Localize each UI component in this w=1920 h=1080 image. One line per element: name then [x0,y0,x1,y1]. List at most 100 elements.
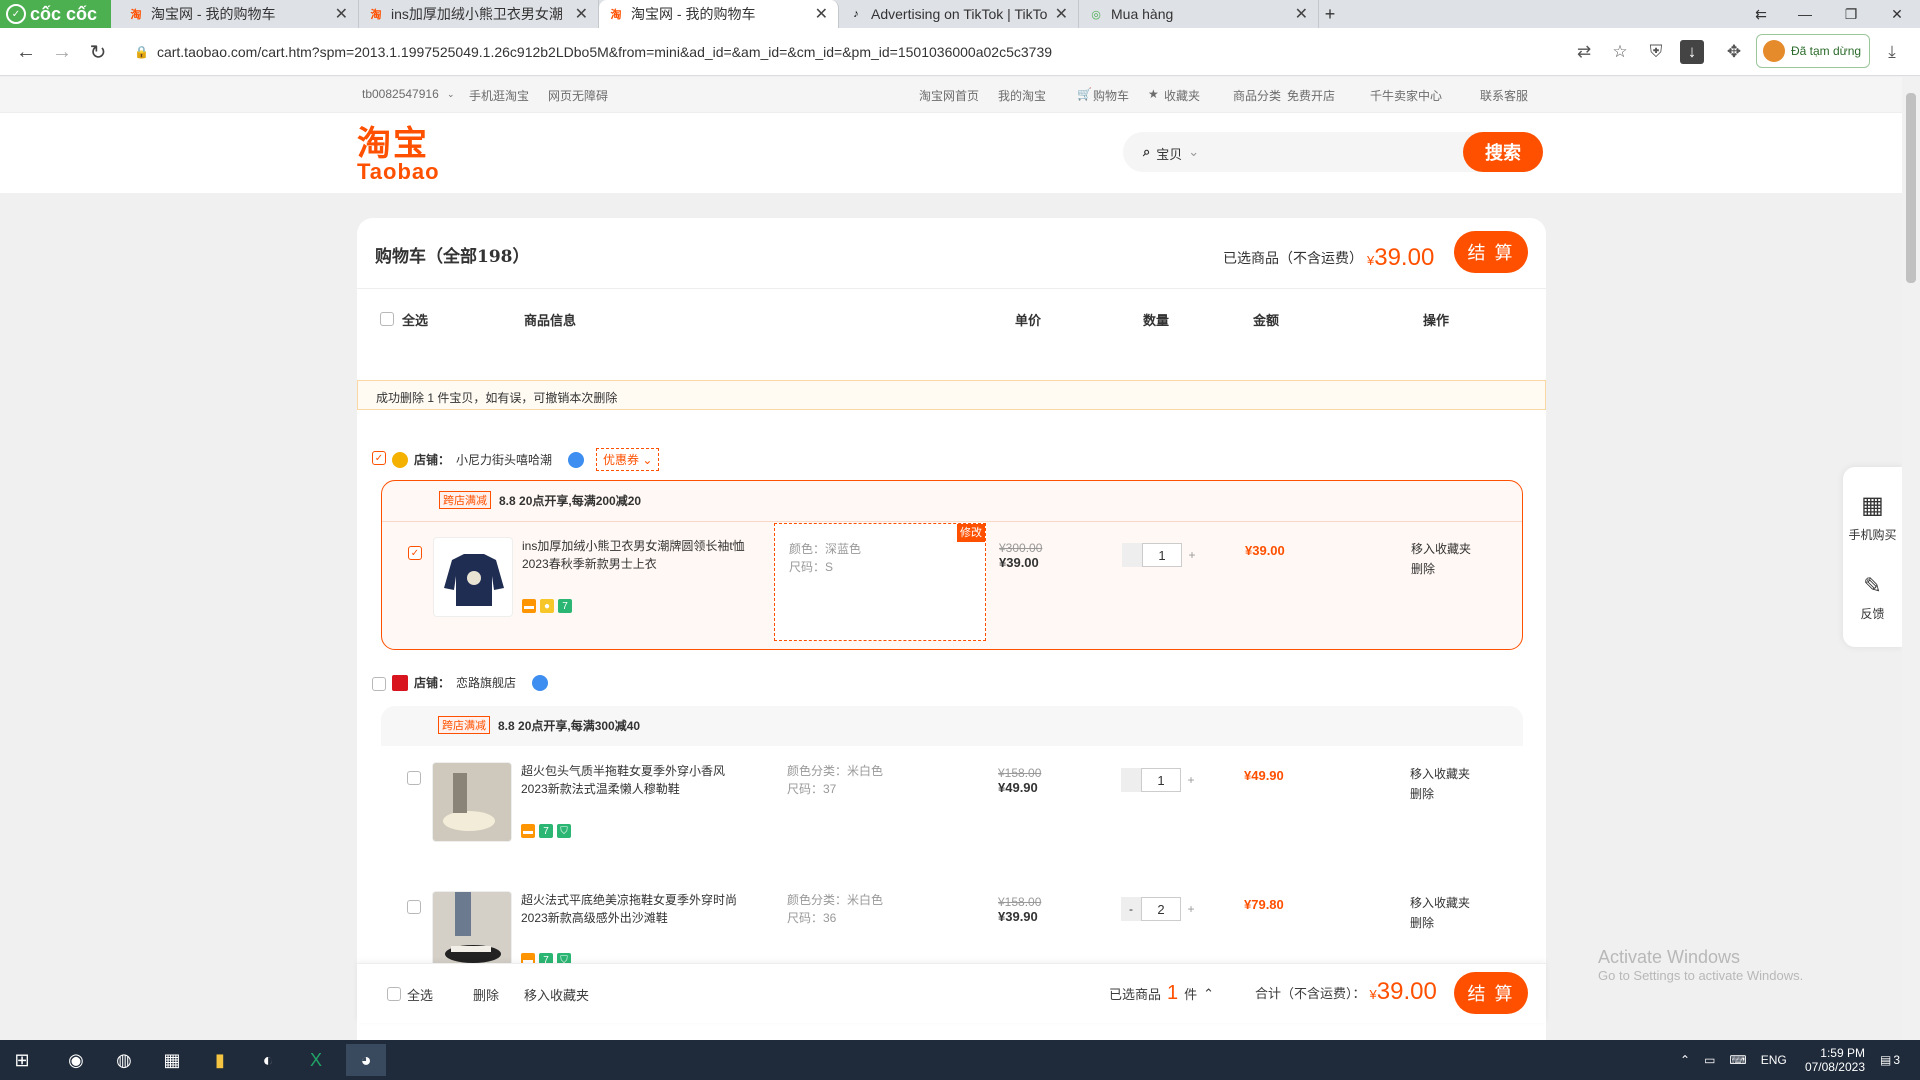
favorites-link[interactable]: 收藏夹 [1164,87,1200,104]
move-to-favorites-link[interactable]: 移入收藏夹 [1410,764,1470,784]
scrollbar-thumb[interactable] [1906,93,1916,283]
chrome-icon[interactable]: ◐ [248,1044,288,1076]
calculator-icon[interactable]: ▦ [152,1044,192,1076]
language-indicator[interactable]: ENG [1761,1053,1787,1067]
select-all-checkbox[interactable] [387,987,401,1001]
close-window-icon[interactable]: ✕ [1874,0,1920,28]
selected-count[interactable]: 已选商品 1 件 ⌃ [1109,982,1214,1005]
shield-icon[interactable]: ⛨ [1644,40,1668,64]
taobao-home-link[interactable]: 淘宝网首页 [919,87,979,104]
move-to-favorites-link[interactable]: 移入收藏夹 [1411,539,1471,559]
clock[interactable]: 1:59 PM 07/08/2023 [1795,1040,1865,1080]
browser-active-app-icon[interactable]: ◕ [346,1044,386,1076]
product-title[interactable]: 超火法式平底绝美凉拖鞋女夏季外穿时尚2023新款高级感外出沙滩鞋 [521,891,751,927]
download-manager-icon[interactable]: ↓ [1680,40,1704,64]
profile-paused-button[interactable]: Đã tạm dừng [1756,34,1870,68]
item-checkbox[interactable] [407,900,421,914]
select-all-checkbox[interactable] [380,312,394,326]
delete-link[interactable]: 删除 [1411,559,1471,579]
coupon-button[interactable]: 优惠券 ⌄ [596,448,660,471]
wangwang-chat-icon[interactable] [568,451,585,468]
delete-link[interactable]: 删除 [1410,913,1470,933]
tab-5[interactable]: ◎ Mua hàng ✕ [1079,0,1319,28]
product-title[interactable]: 超火包头气质半拖鞋女夏季外穿小香风2023新款法式温柔懒人穆勒鞋 [521,762,751,798]
qty-plus-button[interactable]: + [1181,897,1201,921]
close-tab-icon[interactable]: ✕ [1295,4,1308,24]
close-tab-icon[interactable]: ✕ [575,4,588,24]
sku-edit-button[interactable]: 修改 [957,524,985,542]
qty-input[interactable]: 2 [1141,897,1181,921]
downloads-icon[interactable]: ⤓ [1880,40,1904,64]
product-image[interactable] [432,891,512,971]
accessibility-link[interactable]: 网页无障碍 [548,87,608,104]
mobile-buy-button[interactable]: ▦ 手机购买 [1843,491,1902,543]
forward-arrow-icon[interactable]: → [48,38,76,66]
move-to-favorites-link[interactable]: 移入收藏夹 [1410,893,1470,913]
shop-checkbox[interactable] [372,677,386,691]
mobile-taobao-link[interactable]: 手机逛淘宝 [469,87,529,104]
close-tab-icon[interactable]: ✕ [1055,4,1068,24]
tray-chevron-icon[interactable]: ⌃ [1680,1053,1690,1067]
shop-checkbox[interactable]: ✓ [372,451,386,465]
translate-icon[interactable]: ⇄ [1572,40,1596,64]
search-input[interactable] [1229,132,1463,172]
categories-link[interactable]: 商品分类 [1233,87,1281,104]
shop-name[interactable]: 小尼力街头嘻哈潮 [456,451,552,468]
new-tab-button[interactable]: + [1307,0,1353,28]
search-button[interactable]: 搜索 [1463,132,1543,172]
extensions-puzzle-icon[interactable]: ✥ [1722,40,1746,64]
close-tab-icon[interactable]: ✕ [335,4,348,24]
maximize-icon[interactable]: ❐ [1828,0,1874,28]
qty-plus-button[interactable]: + [1182,543,1202,567]
footer-select-all[interactable]: 全选 [407,985,433,1004]
sku-box[interactable]: 修改 颜色：深蓝色 尺码：S [774,523,986,641]
qty-minus-button[interactable]: - [1121,897,1141,921]
qty-input[interactable]: 1 [1142,543,1182,567]
coccoc-menu-button[interactable]: ✓ cốc cốc [0,0,111,28]
page-scrollbar[interactable] [1902,77,1920,1040]
product-title[interactable]: ins加厚加绒小熊卫衣男女潮牌圆领长袖t恤2023春秋季新款男士上衣 [522,537,752,573]
feedback-button[interactable]: ✎ 反馈 [1843,573,1902,622]
coccoc-alt-app-icon[interactable]: ◍ [104,1044,144,1076]
notification-center-button[interactable]: ▤ 3 [1880,1040,1900,1080]
item-checkbox[interactable]: ✓ [408,546,422,560]
checkout-button-top[interactable]: 结 算 [1454,231,1528,273]
search-type-select[interactable]: ⌕ 宝贝 ⌄ [1143,144,1199,163]
product-image[interactable] [433,537,513,617]
my-taobao-link[interactable]: 我的淘宝 [998,87,1046,104]
item-checkbox[interactable] [407,771,421,785]
product-image[interactable] [432,762,512,842]
coccoc-app-icon[interactable]: ◉ [56,1044,96,1076]
shop-name[interactable]: 恋路旗舰店 [456,674,516,691]
back-arrow-icon[interactable]: ← [12,38,40,66]
tab-search-icon[interactable]: ⇇ [1738,0,1784,28]
tab-3-active[interactable]: 淘 淘宝网 - 我的购物车 ✕ [599,0,839,28]
seller-center-link[interactable]: 千牛卖家中心 [1370,87,1442,104]
network-icon[interactable]: ▭ [1704,1053,1715,1067]
delete-notice[interactable]: 成功删除 1 件宝贝，如有误，可撤销本次删除 [357,380,1546,410]
user-nick-link[interactable]: tb0082547916 [362,87,439,101]
customer-service-link[interactable]: 联系客服 [1480,87,1528,104]
tab-1[interactable]: 淘 淘宝网 - 我的购物车 ✕ [119,0,359,28]
delete-link[interactable]: 删除 [1410,784,1470,804]
keyboard-icon[interactable]: ⌨ [1729,1053,1746,1067]
close-tab-icon[interactable]: ✕ [815,4,828,24]
file-explorer-icon[interactable]: ▮ [200,1044,240,1076]
windows-start-icon[interactable]: ⊞ [2,1044,42,1076]
bookmark-star-icon[interactable]: ☆ [1608,40,1632,64]
wangwang-chat-icon[interactable] [532,674,549,691]
checkout-button[interactable]: 结 算 [1454,972,1528,1014]
footer-move-fav-button[interactable]: 移入收藏夹 [524,985,589,1004]
qty-minus-button[interactable] [1122,543,1142,567]
url-bar[interactable]: 🔒 cart.taobao.com/cart.htm?spm=2013.1.19… [126,35,1566,69]
cart-link[interactable]: 购物车 [1093,87,1129,104]
excel-icon[interactable]: X [296,1044,336,1076]
reload-icon[interactable]: ↻ [84,38,112,66]
footer-delete-button[interactable]: 删除 [473,985,499,1004]
qty-minus-button[interactable] [1121,768,1141,792]
tab-2[interactable]: 淘 ins加厚加绒小熊卫衣男女潮 ✕ [359,0,599,28]
minimize-icon[interactable]: — [1782,0,1828,28]
tab-4[interactable]: ♪ Advertising on TikTok | TikTo ✕ [839,0,1079,28]
open-shop-link[interactable]: 免费开店 [1287,87,1335,104]
qty-plus-button[interactable]: + [1181,768,1201,792]
